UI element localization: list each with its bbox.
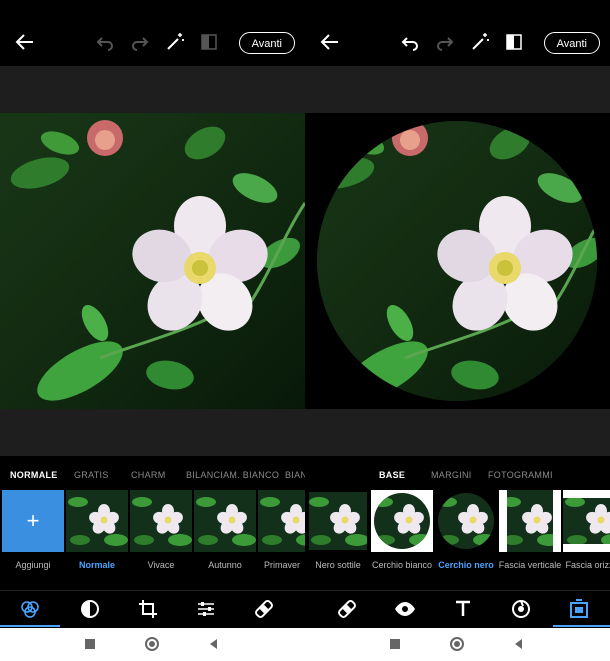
healing-bandage-icon[interactable] — [335, 597, 359, 621]
recent-apps-icon[interactable] — [387, 636, 403, 652]
magic-wand-icon[interactable] — [163, 30, 187, 54]
tab-gratis[interactable]: GRATIS — [74, 470, 109, 480]
photo-preview-circle-frame[interactable] — [305, 113, 610, 409]
thumbnail-label: Fascia verticale — [498, 560, 562, 570]
home-icon[interactable] — [144, 636, 160, 652]
thumbnail-label: Nero sottile — [315, 560, 361, 570]
filter-thumbnail-primavera[interactable] — [258, 490, 305, 552]
filter-category-tabs: NORMALE GRATIS CHARM BILANCIAM. BIANCO B… — [0, 462, 305, 488]
frame-thumbnails: Nero sottile Cerchio bianco Cerchio nero… — [305, 490, 610, 580]
filter-thumbnails: + Aggiungi Normale Vivace Autunno Primav… — [0, 490, 305, 580]
eye-icon[interactable] — [393, 597, 417, 621]
home-icon[interactable] — [449, 636, 465, 652]
tab-normale[interactable]: NORMALE — [10, 470, 58, 480]
compare-icon[interactable] — [197, 30, 221, 54]
plus-icon: + — [26, 508, 40, 533]
back-arrow-icon[interactable] — [13, 30, 37, 54]
sticker-icon[interactable] — [509, 597, 533, 621]
tab-margini[interactable]: MARGINI — [431, 470, 472, 480]
healing-bandage-icon[interactable] — [252, 597, 276, 621]
thumbnail-label: Fascia orizzo — [565, 560, 610, 570]
filters-icon[interactable] — [18, 597, 42, 621]
frame-icon[interactable] — [567, 597, 591, 621]
filter-thumbnail-autunno[interactable] — [194, 490, 256, 552]
thumbnail-label: Autunno — [208, 560, 242, 570]
next-button[interactable]: Avanti — [238, 32, 295, 54]
frame-thumbnail-fascia-verticale[interactable] — [499, 490, 561, 552]
thumbnail-label: Normale — [78, 560, 115, 570]
bottom-toolbar — [305, 590, 610, 627]
redo-icon[interactable] — [433, 30, 457, 54]
frame-thumbnail-fascia-orizzontale[interactable] — [563, 490, 610, 552]
top-bar: Avanti — [0, 22, 305, 66]
thumbnail-label: Cerchio bianco — [371, 560, 433, 570]
tab-base[interactable]: BASE — [379, 470, 405, 480]
bottom-toolbar — [0, 590, 305, 627]
compare-icon[interactable] — [502, 30, 526, 54]
tab-fotogrammi[interactable]: FOTOGRAMMI — [488, 470, 553, 480]
recent-apps-icon[interactable] — [82, 636, 98, 652]
frame-thumbnail-cerchio-nero[interactable] — [435, 490, 497, 552]
editor-panel-frames: Avanti BASE MARGINI FOTOGRAMMI Nero sott… — [305, 0, 610, 628]
thumbnail-label: Aggiungi — [15, 560, 51, 570]
tab-bilanciamento-bianco[interactable]: BILANCIAM. BIANCO — [186, 470, 279, 480]
active-tool-indicator — [0, 625, 60, 627]
magic-wand-icon[interactable] — [468, 30, 492, 54]
undo-icon[interactable] — [93, 30, 117, 54]
android-nav-bar — [0, 628, 610, 661]
top-bar: Avanti — [305, 22, 610, 66]
frame-thumbnail-nero-sottile[interactable] — [307, 490, 369, 552]
frame-category-tabs: BASE MARGINI FOTOGRAMMI — [305, 462, 610, 488]
tab-charm[interactable]: CHARM — [131, 470, 166, 480]
undo-icon[interactable] — [398, 30, 422, 54]
adjust-circle-icon[interactable] — [78, 597, 102, 621]
crop-icon[interactable] — [136, 597, 160, 621]
filter-thumbnail-normale[interactable] — [66, 490, 128, 552]
photo-preview[interactable] — [0, 113, 305, 409]
back-arrow-icon[interactable] — [318, 30, 342, 54]
thumbnail-label: Cerchio nero — [438, 560, 494, 570]
frame-thumbnail-cerchio-bianco[interactable] — [371, 490, 433, 552]
back-icon[interactable] — [511, 636, 527, 652]
add-filter-tile[interactable]: + — [2, 490, 64, 552]
tab-bianco-truncated[interactable]: BIAN — [285, 470, 305, 480]
next-button[interactable]: Avanti — [543, 32, 600, 54]
active-tool-indicator — [553, 625, 610, 627]
thumbnail-label: Primaver — [263, 560, 300, 570]
thumbnail-label: Vivace — [147, 560, 175, 570]
sliders-icon[interactable] — [194, 597, 218, 621]
redo-icon[interactable] — [128, 30, 152, 54]
text-icon[interactable] — [451, 597, 475, 621]
back-icon[interactable] — [206, 636, 222, 652]
filter-thumbnail-vivace[interactable] — [130, 490, 192, 552]
editor-panel-filters: Avanti NORMALE GRATIS CHARM BILANCIAM. B… — [0, 0, 305, 628]
